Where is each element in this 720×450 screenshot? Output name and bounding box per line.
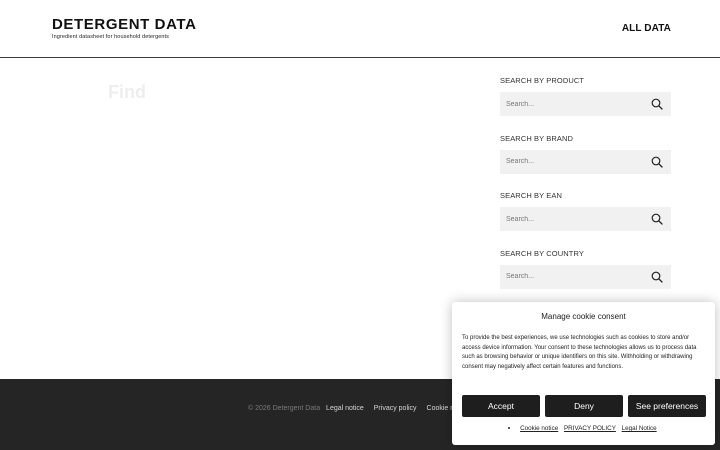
search-country-input[interactable] <box>500 264 640 289</box>
see-preferences-button[interactable]: See preferences <box>628 395 706 417</box>
cookie-links: Cookie notice PRIVACY POLICY Legal Notic… <box>452 425 715 432</box>
search-product-box <box>500 92 671 116</box>
search-ean-label: SEARCH BY EAN <box>500 191 563 200</box>
search-ean-input[interactable] <box>500 207 640 231</box>
logo-subtitle: Ingredient datasheet for household deter… <box>52 34 170 40</box>
footer-privacy-policy-link[interactable]: Privacy policy <box>374 405 417 412</box>
search-icon[interactable] <box>651 213 663 225</box>
footer-copyright: © 2026 Detergent Data <box>248 405 321 412</box>
search-icon[interactable] <box>651 98 663 110</box>
cookie-title: Manage cookie consent <box>541 312 626 321</box>
search-icon[interactable] <box>651 156 663 168</box>
page-title: Find <box>108 82 146 102</box>
bullet-icon <box>508 427 511 430</box>
search-icon[interactable] <box>651 271 663 283</box>
nav-all-data-link[interactable]: ALL DATA <box>622 23 671 34</box>
footer-legal-notice-link[interactable]: Legal notice <box>326 405 364 412</box>
deny-button[interactable]: Deny <box>545 395 623 417</box>
accept-button[interactable]: Accept <box>462 395 540 417</box>
search-ean-box <box>500 207 671 231</box>
cookie-notice-link[interactable]: Cookie notice <box>520 425 558 432</box>
search-product-block: SEARCH BY PRODUCT <box>500 76 671 134</box>
site-header: DETERGENT DATA Ingredient datasheet for … <box>0 0 720 58</box>
search-ean-block: SEARCH BY EAN <box>500 191 671 249</box>
search-brand-label: SEARCH BY BRAND <box>500 133 574 143</box>
search-brand-block: SEARCH BY BRAND <box>500 134 671 192</box>
logo-title: DETERGENT DATA <box>52 16 197 33</box>
footer-row: © 2026 Detergent Data Legal notice Priva… <box>248 405 462 412</box>
privacy-policy-link[interactable]: PRIVACY POLICY <box>564 425 616 432</box>
cookie-consent-dialog: Manage cookie consent To provide the bes… <box>452 302 715 445</box>
footer-cookie-notice-link[interactable]: Cookie n <box>427 405 455 412</box>
legal-notice-link[interactable]: Legal Notice <box>622 425 657 432</box>
search-product-input[interactable] <box>500 92 640 116</box>
search-product-label: SEARCH BY PRODUCT <box>500 76 585 85</box>
search-country-block: SEARCH BY COUNTRY <box>500 249 671 307</box>
site-logo[interactable]: DETERGENT DATA Ingredient datasheet for … <box>52 16 197 41</box>
search-brand-input[interactable] <box>500 149 640 174</box>
search-country-label: SEARCH BY COUNTRY <box>500 248 584 258</box>
cookie-text: To provide the best experiences, we use … <box>462 335 697 370</box>
search-sidebar: SEARCH BY PRODUCT SEARCH BY BRAND SEARCH… <box>500 76 671 306</box>
search-country-box <box>500 264 671 289</box>
search-brand-box <box>500 149 671 174</box>
